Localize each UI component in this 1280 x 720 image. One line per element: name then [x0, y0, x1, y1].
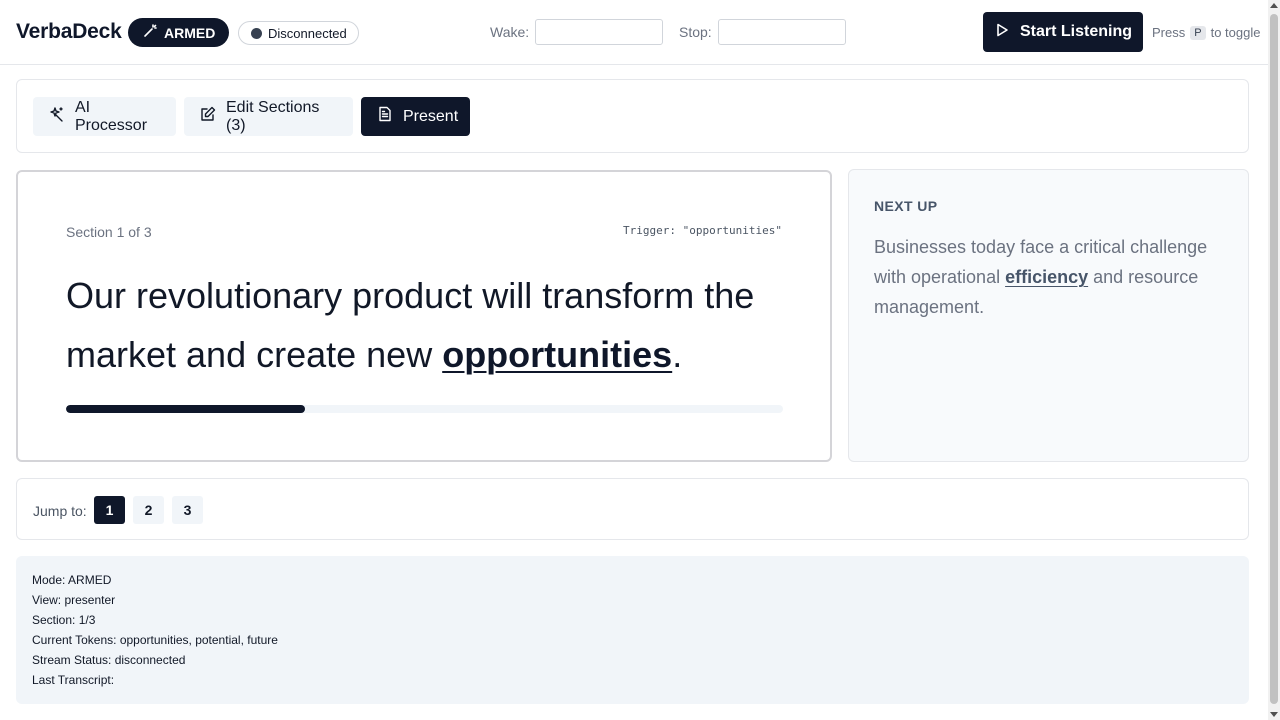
hint-key: P	[1190, 25, 1206, 40]
current-section-card: Section 1 of 3 Trigger: "opportunities" …	[16, 170, 832, 462]
hint-prefix: Press	[1152, 25, 1186, 40]
stop-label: Stop:	[679, 24, 712, 40]
tab-label: Present	[403, 107, 459, 125]
start-listening-label: Start Listening	[1019, 23, 1132, 40]
armed-status-badge: ARMED	[128, 18, 230, 47]
tab-label: AI Processor	[75, 98, 148, 134]
stop-word-input[interactable]	[718, 19, 846, 45]
document-icon	[377, 106, 393, 127]
connection-label: Disconnected	[268, 25, 347, 41]
top-bar: VerbaDeck ARMED Disconnected Wake: Stop:…	[0, 0, 1268, 65]
jump-label: Jump to:	[33, 503, 87, 519]
start-listening-button[interactable]: Start Listening	[983, 12, 1143, 52]
debug-view: View: presenter	[32, 593, 116, 607]
tab-present[interactable]: Present	[361, 97, 470, 136]
scroll-down-arrow-icon[interactable]	[1270, 712, 1278, 717]
jump-button-2[interactable]: 2	[133, 496, 164, 524]
section-text: Our revolutionary product will transform…	[66, 266, 786, 384]
debug-last-transcript: Last Transcript:	[32, 673, 115, 687]
debug-stream-status: Stream Status: disconnected	[32, 653, 186, 667]
trigger-label: Trigger: "opportunities"	[623, 224, 782, 237]
app-brand: VerbaDeck	[16, 20, 122, 43]
jump-button-1[interactable]: 1	[94, 496, 125, 524]
jump-button-3[interactable]: 3	[172, 496, 203, 524]
section-progress-fill	[66, 405, 305, 413]
debug-panel: Mode: ARMED View: presenter Section: 1/3…	[16, 556, 1249, 704]
hint-suffix: to toggle	[1210, 25, 1261, 40]
scroll-thumb[interactable]	[1270, 14, 1278, 704]
armed-label: ARMED	[164, 24, 216, 41]
next-up-card: NEXT UP Businesses today face a critical…	[848, 169, 1249, 462]
wand-icon	[142, 23, 158, 42]
jump-to-bar: Jump to: 1 2 3	[16, 478, 1249, 540]
status-dot-icon	[251, 27, 262, 39]
scroll-up-arrow-icon[interactable]	[1270, 3, 1278, 8]
tab-label: Edit Sections (3)	[226, 98, 320, 134]
wake-label: Wake:	[490, 24, 530, 40]
view-tabs-card: AI Processor Edit Sections (3) Present	[16, 79, 1249, 153]
tab-ai-processor[interactable]: AI Processor	[33, 97, 176, 136]
connection-status-badge: Disconnected	[238, 21, 359, 45]
section-progress-bar	[66, 405, 783, 413]
play-icon	[994, 22, 1010, 43]
next-up-text: Businesses today face a critical challen…	[874, 232, 1224, 322]
edit-icon	[200, 106, 216, 127]
section-counter: Section 1 of 3	[66, 224, 152, 240]
wake-word-input[interactable]	[535, 19, 663, 45]
tab-edit-sections[interactable]: Edit Sections (3)	[184, 97, 353, 136]
next-up-title: NEXT UP	[874, 198, 938, 214]
page-scrollbar[interactable]	[1268, 0, 1280, 720]
sparkles-icon	[49, 106, 65, 127]
debug-section: Section: 1/3	[32, 613, 96, 627]
section-text-after: .	[672, 334, 683, 375]
debug-tokens: Current Tokens: opportunities, potential…	[32, 633, 278, 647]
trigger-keyword: opportunities	[442, 334, 673, 375]
next-keyword: efficiency	[1005, 267, 1089, 287]
debug-mode: Mode: ARMED	[32, 573, 112, 587]
toggle-hint: Press P to toggle	[1152, 25, 1260, 40]
